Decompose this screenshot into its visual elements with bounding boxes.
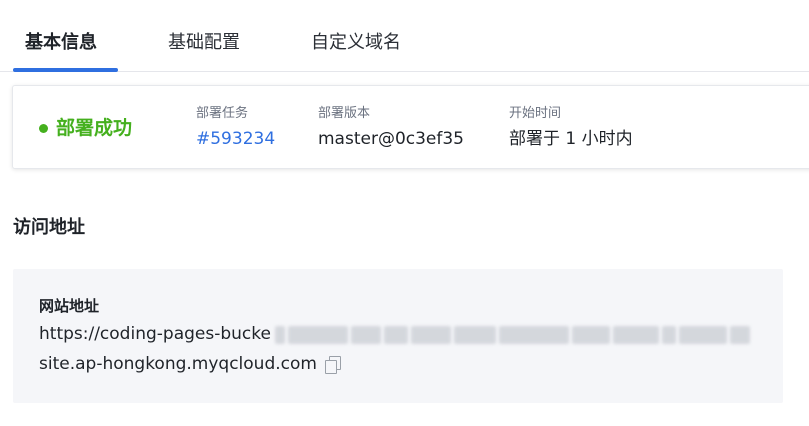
tab-basic-config[interactable]: 基础配置 <box>168 31 240 55</box>
site-address-label: 网站地址 <box>39 297 100 315</box>
copy-icon[interactable] <box>324 356 341 374</box>
tab-basic-info[interactable]: 基本信息 <box>25 31 97 55</box>
active-tab-indicator <box>13 68 118 72</box>
deploy-version-label: 部署版本 <box>318 106 371 121</box>
site-url-suffix[interactable]: site.ap-hongkong.myqcloud.com <box>39 352 317 376</box>
deploy-status: 部署成功 <box>39 116 132 140</box>
site-url-prefix[interactable]: https://coding-pages-bucke <box>39 322 271 346</box>
deploy-version: 部署版本 master@0c3ef35 <box>318 105 464 152</box>
start-time-label: 开始时间 <box>509 106 562 121</box>
deploy-status-text: 部署成功 <box>56 117 133 139</box>
deploy-start-time: 开始时间 部署于 1 小时内 <box>509 105 633 152</box>
deploy-task-label: 部署任务 <box>196 106 249 121</box>
tab-custom-domain[interactable]: 自定义域名 <box>311 31 401 55</box>
deploy-task: 部署任务 #593234 <box>196 105 275 152</box>
deploy-task-link[interactable]: #593234 <box>196 126 275 152</box>
status-dot-icon <box>39 123 48 133</box>
start-time-value: 部署于 1 小时内 <box>509 129 633 149</box>
tab-bar: 基本信息 基础配置 自定义域名 <box>0 0 809 72</box>
site-url-line: site.ap-hongkong.myqcloud.com <box>39 352 341 376</box>
deploy-status-card: 部署成功 部署任务 #593234 部署版本 master@0c3ef35 开始… <box>12 85 809 169</box>
redacted-url-segment <box>275 324 759 346</box>
site-address-box: 网站地址 https://coding-pages-bucke site.ap-… <box>13 269 783 403</box>
deploy-version-value: master@0c3ef35 <box>318 129 465 149</box>
access-section-title: 访问地址 <box>13 217 85 238</box>
